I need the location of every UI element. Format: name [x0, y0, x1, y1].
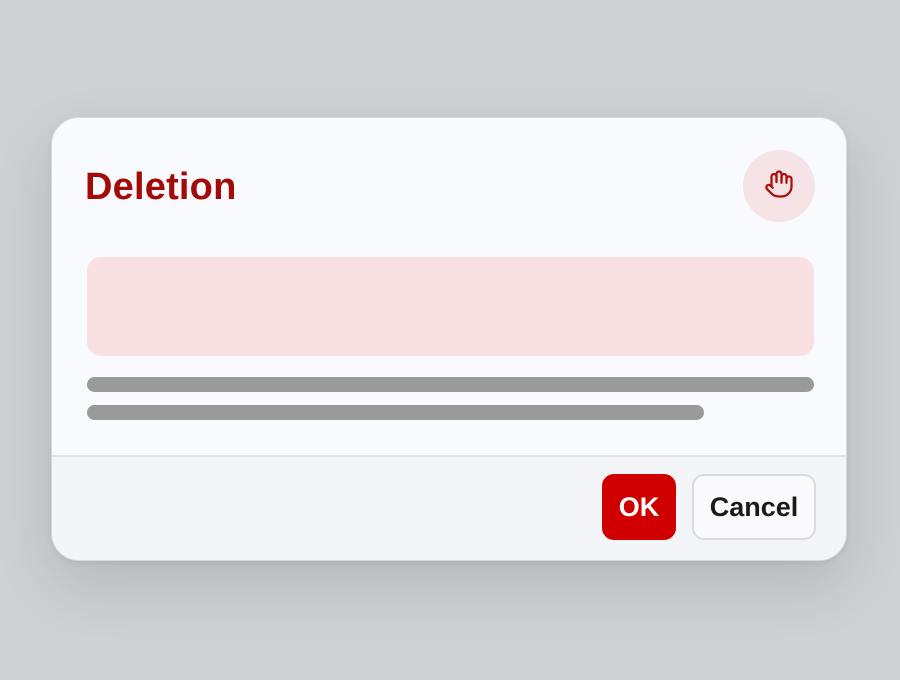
raised-hand-icon	[764, 169, 794, 204]
message-banner	[87, 257, 814, 356]
text-placeholder-line	[87, 377, 814, 392]
hand-icon-button[interactable]	[743, 150, 815, 222]
dialog-title: Deletion	[85, 166, 237, 208]
deletion-dialog: Deletion OK Cancel	[51, 117, 847, 561]
text-placeholder-line	[87, 405, 704, 420]
cancel-button[interactable]: Cancel	[692, 474, 816, 540]
ok-button[interactable]: OK	[602, 474, 676, 540]
dialog-header: Deletion	[52, 118, 846, 248]
dialog-footer: OK Cancel	[52, 455, 846, 560]
